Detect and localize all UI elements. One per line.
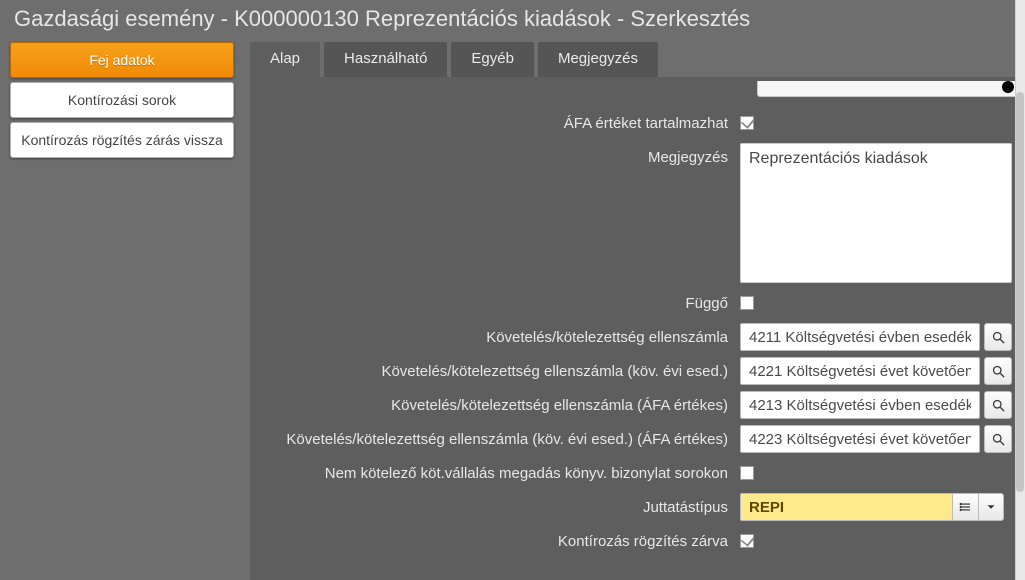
- lookup-acc4[interactable]: [984, 425, 1012, 453]
- checkbox-pending[interactable]: [740, 296, 754, 310]
- checkbox-vat-contain[interactable]: [740, 116, 754, 130]
- search-icon: [991, 432, 1006, 447]
- checkbox-posting-closed[interactable]: [740, 534, 754, 548]
- tab-note[interactable]: Megjegyzés: [538, 42, 658, 77]
- label-note: Megjegyzés: [260, 143, 740, 166]
- label-acc4: Követelés/kötelezettség ellenszámla (köv…: [260, 431, 740, 448]
- label-acc3: Követelés/kötelezettség ellenszámla (ÁFA…: [260, 397, 740, 414]
- label-acc1: Követelés/kötelezettség ellenszámla: [260, 329, 740, 346]
- search-icon: [991, 398, 1006, 413]
- scrollbar-thumb[interactable]: [1016, 92, 1024, 492]
- search-icon: [991, 330, 1006, 345]
- search-icon: [991, 364, 1006, 379]
- input-acc3[interactable]: [740, 391, 980, 419]
- page-title: Gazdasági esemény - K000000130 Reprezent…: [0, 0, 1025, 42]
- input-acc2[interactable]: [740, 357, 980, 385]
- label-posting-closed: Kontírozás rögzítés zárva: [260, 533, 740, 550]
- sidebar-item-posting-rows[interactable]: Kontírozási sorok: [10, 82, 234, 118]
- label-not-required: Nem kötelező köt.vállalás megadás könyv.…: [260, 465, 740, 482]
- sidebar: Fej adatok Kontírozási sorok Kontírozás …: [10, 42, 234, 162]
- list-icon[interactable]: [952, 493, 978, 521]
- checkbox-not-required[interactable]: [740, 466, 754, 480]
- combo-benefit-type[interactable]: [740, 493, 1004, 521]
- lookup-acc1[interactable]: [984, 323, 1012, 351]
- label-acc2: Követelés/kötelezettség ellenszámla (köv…: [260, 363, 740, 380]
- input-acc1[interactable]: [740, 323, 980, 351]
- form-panel: ÁFA értéket tartalmazhat Megjegyzés Függ…: [250, 77, 1025, 580]
- input-benefit-type[interactable]: [740, 493, 952, 521]
- input-acc4[interactable]: [740, 425, 980, 453]
- tab-other[interactable]: Egyéb: [451, 42, 534, 77]
- textarea-note[interactable]: [740, 143, 1012, 283]
- tab-bar: Alap Használható Egyéb Megjegyzés: [250, 42, 1025, 77]
- chevron-down-icon[interactable]: [978, 493, 1004, 521]
- main-panel: Alap Használható Egyéb Megjegyzés ÁFA ér…: [250, 42, 1025, 580]
- lookup-acc3[interactable]: [984, 391, 1012, 419]
- tab-usable[interactable]: Használható: [324, 42, 447, 77]
- vertical-scrollbar[interactable]: [1015, 0, 1025, 580]
- label-pending: Függő: [260, 295, 740, 312]
- tab-basic[interactable]: Alap: [250, 42, 320, 77]
- label-vat-contain: ÁFA értéket tartalmazhat: [260, 115, 740, 132]
- label-benefit-type: Juttatástípus: [260, 499, 740, 516]
- lookup-acc2[interactable]: [984, 357, 1012, 385]
- sidebar-item-posting-close-undo[interactable]: Kontírozás rögzítés zárás vissza: [10, 122, 234, 158]
- sidebar-item-head-data[interactable]: Fej adatok: [10, 42, 234, 78]
- cutoff-lookup-field[interactable]: [757, 81, 1025, 97]
